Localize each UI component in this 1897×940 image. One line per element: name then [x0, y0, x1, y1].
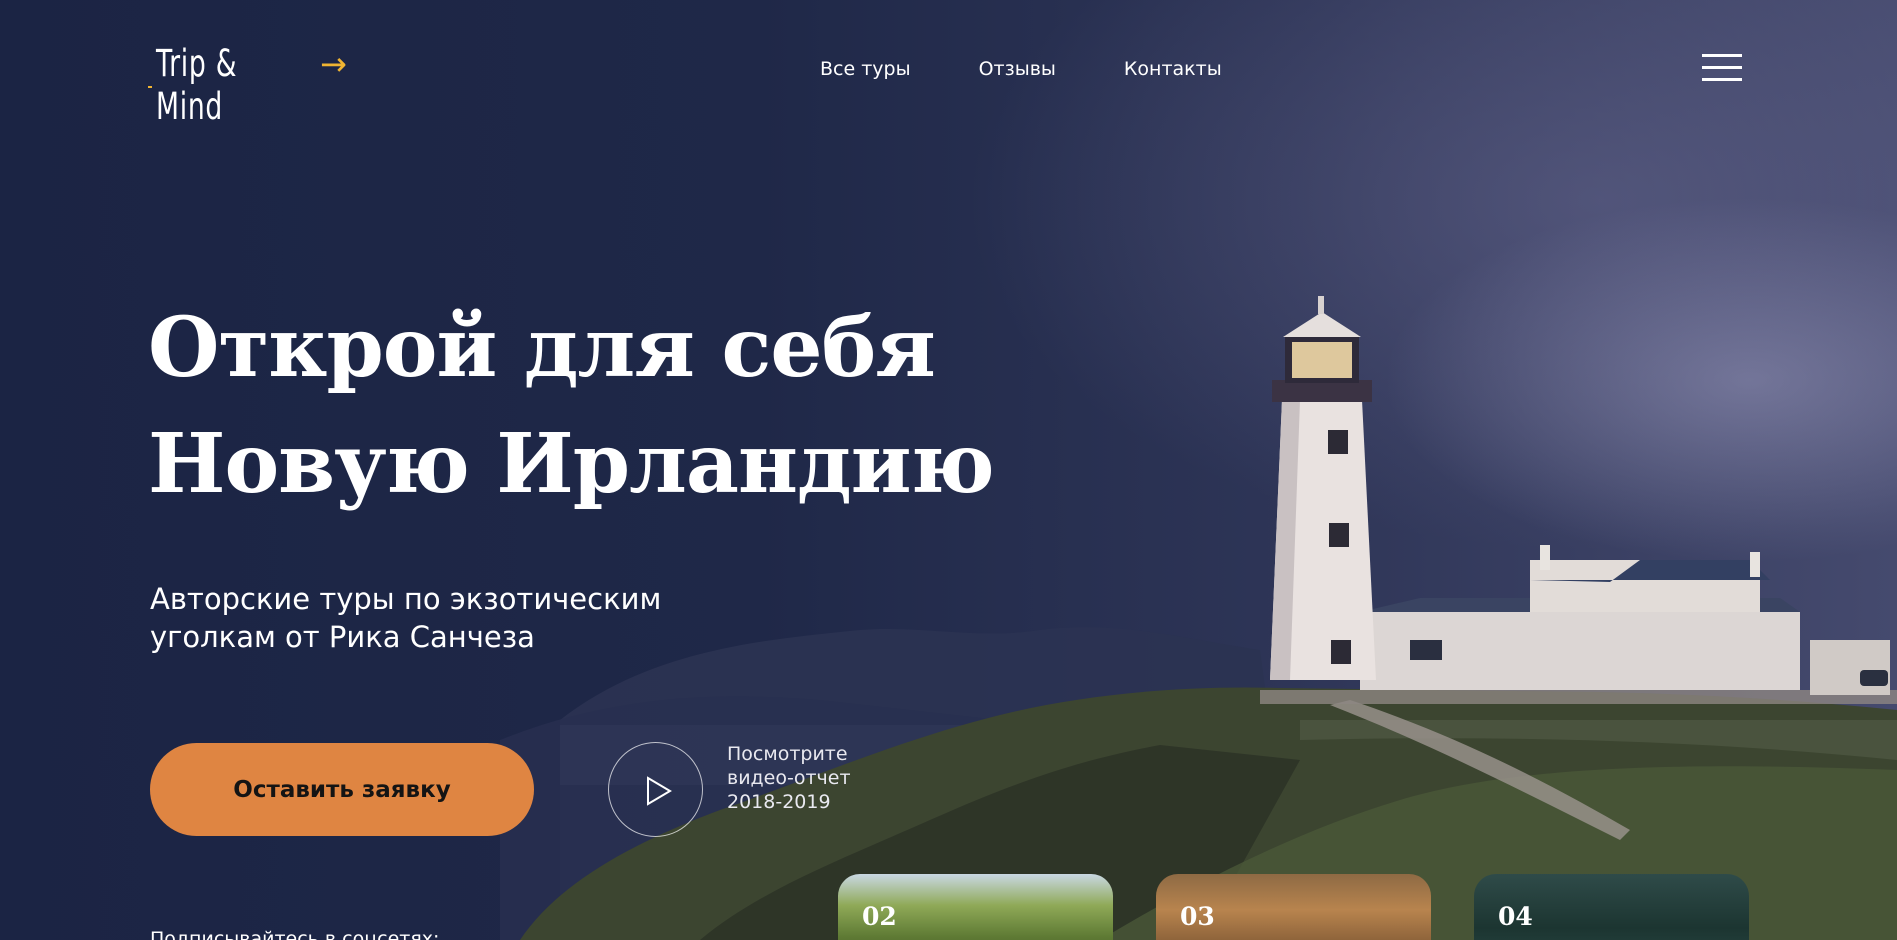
- tour-card-number: 02: [862, 902, 897, 931]
- tour-card-04[interactable]: 04: [1474, 874, 1749, 940]
- tour-card-number: 04: [1498, 902, 1533, 931]
- logo-dash-mark: [148, 86, 152, 88]
- tour-card-number: 03: [1180, 902, 1215, 931]
- nav-link-contacts[interactable]: Контакты: [1124, 58, 1222, 80]
- tour-card-02[interactable]: 02: [838, 874, 1113, 940]
- hamburger-menu-icon[interactable]: [1702, 54, 1742, 84]
- logo[interactable]: Trip & Mind →: [148, 42, 356, 128]
- hero-title: Открой для себя Новую Ирландию: [148, 290, 1048, 522]
- hero-title-line-1: Открой для себя: [148, 300, 936, 396]
- hero-subtitle: Авторские туры по экзотическим уголкам о…: [150, 582, 662, 654]
- arrow-right-icon: →: [320, 45, 347, 83]
- play-video-button[interactable]: [608, 742, 703, 837]
- logo-text: Trip & Mind: [156, 42, 238, 128]
- play-icon: [647, 776, 672, 806]
- subscribe-social-text: Подписывайтесь в соцсетях:: [150, 928, 440, 940]
- main-nav: Все туры Отзывы Контакты: [820, 58, 1222, 80]
- hero-title-line-2: Новую Ирландию: [148, 416, 995, 512]
- nav-link-all-tours[interactable]: Все туры: [820, 58, 911, 80]
- leave-request-button[interactable]: Оставить заявку: [150, 743, 534, 836]
- tour-card-03[interactable]: 03: [1156, 874, 1431, 940]
- nav-link-reviews[interactable]: Отзывы: [979, 58, 1056, 80]
- video-report-label[interactable]: Посмотрите видео-отчет 2018-2019: [727, 742, 867, 814]
